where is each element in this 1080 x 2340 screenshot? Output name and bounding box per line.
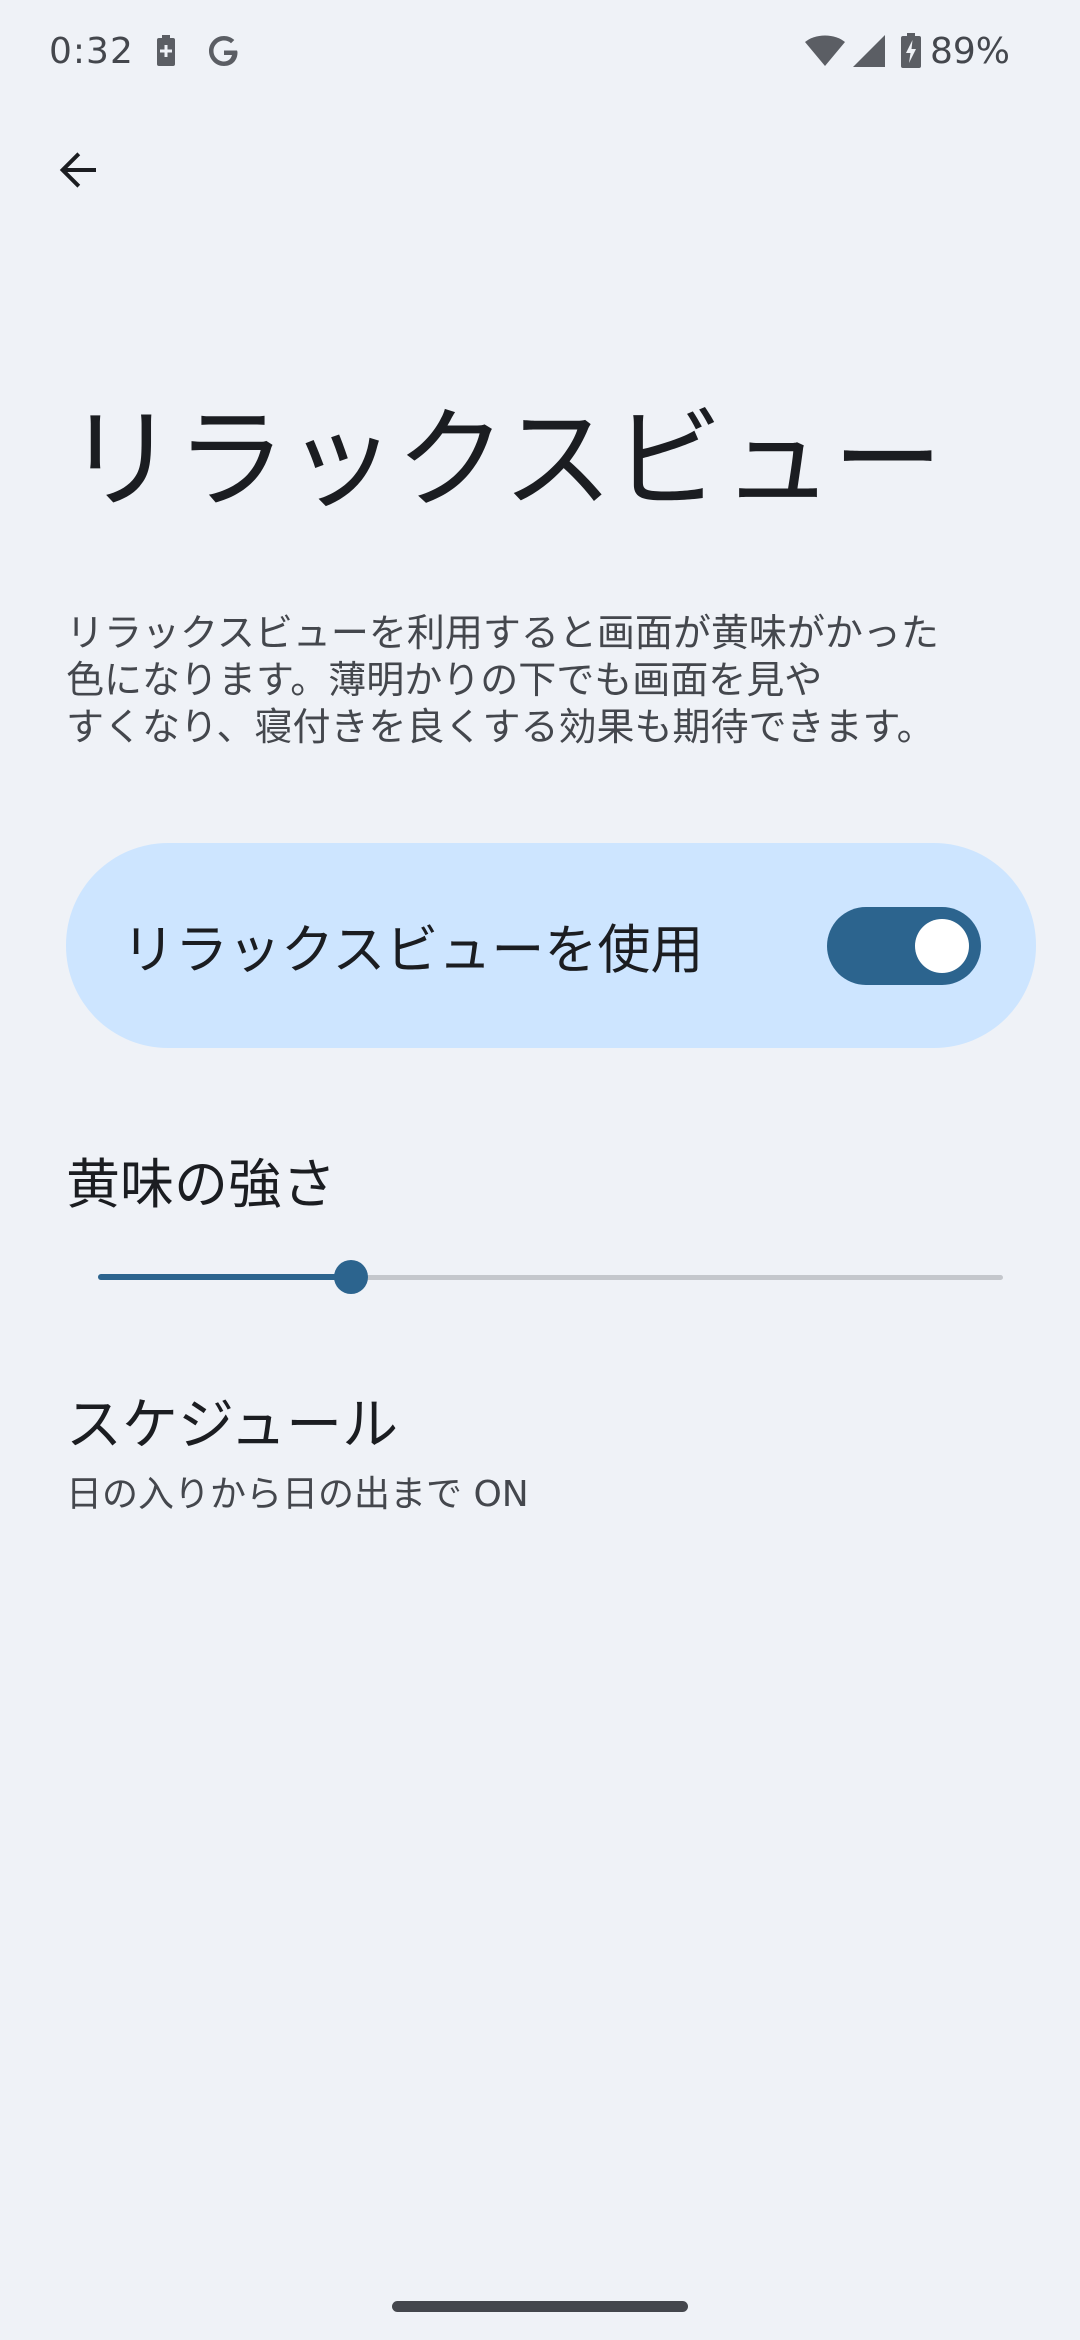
schedule-title: スケジュール xyxy=(66,1393,399,1458)
wifi-icon xyxy=(804,35,846,67)
arrow-back-icon xyxy=(59,152,96,188)
intensity-slider[interactable] xyxy=(98,1252,1003,1302)
main-switch-label: リラックスビューを使用 xyxy=(122,919,704,981)
page-description: リラックスビューを利用すると画面が黄味がかった 色になります。薄明かりの下でも画… xyxy=(66,611,939,749)
battery-charging-icon xyxy=(900,33,922,69)
intensity-label: 黄味の強さ xyxy=(66,1153,336,1216)
battery-percent: 89% xyxy=(929,30,1010,72)
battery-saver-icon xyxy=(156,35,176,67)
back-button[interactable] xyxy=(38,130,118,210)
schedule-item[interactable]: スケジュール 日の入りから日の出まで ON xyxy=(66,1380,1026,1520)
toggle-thumb xyxy=(915,919,969,973)
status-bar: 0:32 89% xyxy=(0,0,1080,100)
main-switch-card[interactable]: リラックスビューを使用 xyxy=(66,843,1036,1048)
status-bar-right: 89% xyxy=(804,26,1010,76)
gesture-nav-handle[interactable] xyxy=(392,2301,688,2312)
slider-thumb[interactable] xyxy=(334,1260,368,1294)
schedule-summary: 日の入りから日の出まで ON xyxy=(66,1474,529,1515)
status-time: 0:32 xyxy=(49,30,134,72)
slider-active-track xyxy=(98,1274,351,1280)
cell-signal-icon xyxy=(852,34,886,68)
google-icon xyxy=(206,33,242,69)
page-title: リラックスビュー xyxy=(66,396,943,524)
status-bar-left: 0:32 xyxy=(49,26,242,76)
relax-view-toggle[interactable] xyxy=(827,907,981,985)
